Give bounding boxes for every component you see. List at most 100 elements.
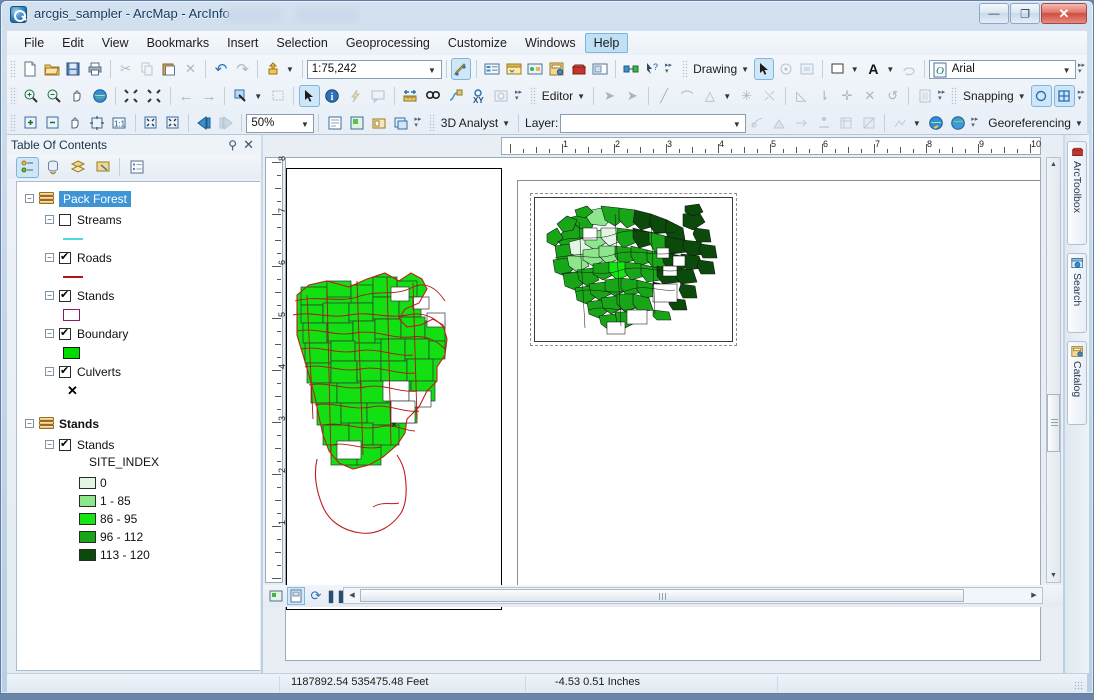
menu-selection[interactable]: Selection bbox=[267, 33, 336, 53]
data-frame-pack-forest[interactable]: − Pack Forest bbox=[17, 188, 260, 209]
view-horizontal-scrollbar[interactable]: ◀ ▶ bbox=[343, 587, 1043, 604]
layer-streams[interactable]: − Streams bbox=[17, 209, 260, 230]
go-to-xy-icon[interactable]: XY bbox=[468, 85, 489, 107]
menu-help[interactable]: Help bbox=[584, 33, 629, 53]
vertical-ruler[interactable]: 12345678 bbox=[265, 156, 287, 583]
resize-grip[interactable] bbox=[1074, 681, 1084, 691]
menu-bookmarks[interactable]: Bookmarks bbox=[138, 33, 219, 53]
scroll-right-icon[interactable]: ▶ bbox=[1027, 589, 1041, 602]
options-icon[interactable] bbox=[125, 157, 148, 178]
snapping-dropdown-icon[interactable]: ▼ bbox=[1018, 92, 1026, 101]
chevron-down-icon[interactable]: ▼ bbox=[1060, 64, 1073, 77]
minimize-button[interactable]: — bbox=[979, 3, 1009, 24]
layer-visibility-checkbox[interactable] bbox=[59, 250, 71, 264]
toolbar-grip[interactable] bbox=[10, 60, 17, 78]
expand-collapse-icon[interactable]: − bbox=[45, 215, 54, 224]
update-georeferencing-icon[interactable] bbox=[926, 112, 946, 134]
analyst3d-toolbar-grip[interactable] bbox=[429, 114, 436, 132]
expand-collapse-icon[interactable]: − bbox=[25, 419, 34, 428]
snapping-toolbar-grip[interactable] bbox=[951, 87, 958, 105]
clear-selection-icon[interactable] bbox=[267, 85, 288, 107]
page-zoom-combo[interactable]: 50% ▼ bbox=[246, 113, 315, 133]
zoom-in-page-icon[interactable] bbox=[20, 112, 40, 134]
flip-icon[interactable] bbox=[948, 112, 968, 134]
edit-annotation-icon[interactable]: ➤ bbox=[622, 85, 643, 107]
layer-roads[interactable]: − Roads bbox=[17, 247, 260, 268]
layer-visibility-checkbox[interactable] bbox=[59, 364, 71, 378]
analyst3d-menu-label[interactable]: 3D Analyst bbox=[439, 116, 500, 130]
expand-collapse-icon[interactable]: − bbox=[45, 329, 54, 338]
layer-stands-pack-forest[interactable]: − Stands bbox=[17, 285, 260, 306]
python-window-icon[interactable] bbox=[504, 58, 524, 80]
snapping-menu-label[interactable]: Snapping bbox=[961, 89, 1016, 103]
scroll-up-icon[interactable]: ▲ bbox=[1047, 158, 1060, 171]
time-slider-icon[interactable] bbox=[491, 85, 512, 107]
pin-icon[interactable]: ⚲ bbox=[228, 138, 237, 152]
menu-file[interactable]: File bbox=[15, 33, 53, 53]
select-features-icon[interactable] bbox=[230, 85, 251, 107]
font-color-icon[interactable]: A bbox=[864, 58, 884, 80]
editor-menu-label[interactable]: Editor bbox=[540, 89, 575, 103]
select-elements-icon[interactable] bbox=[754, 58, 774, 80]
whats-this-icon[interactable]: ? bbox=[643, 58, 663, 80]
fill-color-dropdown-icon[interactable]: ▼ bbox=[851, 65, 859, 74]
table-of-contents-tree[interactable]: − Pack Forest − Streams − ✔ Roads − ✔ St… bbox=[16, 181, 260, 671]
analyst3d-dropdown-icon[interactable]: ▼ bbox=[502, 119, 510, 128]
zoom-in-icon[interactable] bbox=[21, 85, 42, 107]
rotate-edit-icon[interactable]: ✛ bbox=[837, 85, 858, 107]
drawing-lasso-icon[interactable] bbox=[899, 58, 919, 80]
layout-view-icon[interactable] bbox=[287, 587, 305, 605]
expand-collapse-icon[interactable]: − bbox=[45, 367, 54, 376]
view-link-table-icon[interactable] bbox=[836, 112, 856, 134]
full-extent-icon[interactable] bbox=[89, 85, 110, 107]
chevron-down-icon[interactable]: ▼ bbox=[298, 118, 311, 131]
table-of-contents-icon[interactable] bbox=[482, 58, 502, 80]
close-icon[interactable]: ✕ bbox=[243, 137, 254, 153]
editor-toolbar-overflow-button[interactable]: ▸▸ ▾ bbox=[936, 85, 947, 107]
toolbar-grip[interactable] bbox=[10, 114, 17, 132]
add-data-icon[interactable] bbox=[263, 58, 283, 80]
identify-icon[interactable]: i bbox=[322, 85, 343, 107]
menu-geoprocessing[interactable]: Geoprocessing bbox=[337, 33, 439, 53]
analyst3d-layer-combo[interactable]: ▼ bbox=[560, 113, 747, 133]
next-extent-icon[interactable]: → bbox=[199, 85, 220, 107]
chevron-down-icon[interactable]: ▼ bbox=[426, 64, 439, 77]
restore-button[interactable]: ❐ bbox=[1010, 3, 1040, 24]
drawing-menu-label[interactable]: Drawing bbox=[691, 62, 739, 76]
edit-scale-icon[interactable] bbox=[451, 58, 472, 80]
close-button[interactable]: ✕ bbox=[1041, 3, 1087, 24]
data-frame-inset[interactable] bbox=[534, 197, 733, 342]
grid-snapping-icon[interactable] bbox=[1053, 85, 1075, 107]
toggle-draft-mode-icon[interactable] bbox=[324, 112, 344, 134]
toolbar-overflow-button[interactable]: ▸▸ ▾ bbox=[663, 58, 674, 80]
intersection-icon[interactable]: ⤬ bbox=[759, 85, 780, 107]
data-view-icon[interactable] bbox=[267, 587, 285, 605]
undo-icon[interactable]: ↶ bbox=[211, 58, 231, 80]
add-control-points-icon[interactable] bbox=[814, 112, 834, 134]
georeferencing-dropdown-icon[interactable]: ▼ bbox=[1075, 119, 1083, 128]
cut-icon[interactable]: ✂ bbox=[116, 58, 136, 80]
auto-adjust-icon[interactable] bbox=[890, 112, 910, 134]
zoom-out-icon[interactable] bbox=[44, 85, 65, 107]
measure-icon[interactable] bbox=[399, 85, 420, 107]
fixed-zoom-out-icon[interactable] bbox=[144, 85, 165, 107]
fill-color-icon[interactable] bbox=[828, 58, 848, 80]
list-by-drawing-order-icon[interactable] bbox=[16, 156, 39, 178]
georeferencing-toolbar-overflow-button[interactable]: ▸▸ ▾ bbox=[969, 112, 980, 134]
dock-tab-arctoolbox[interactable]: ArcToolbox bbox=[1067, 141, 1087, 245]
expand-collapse-icon[interactable]: − bbox=[45, 440, 54, 449]
point-snapping-icon[interactable] bbox=[1030, 85, 1052, 107]
model-builder-icon[interactable] bbox=[525, 58, 545, 80]
redo-icon[interactable]: ↷ bbox=[233, 58, 253, 80]
menu-customize[interactable]: Customize bbox=[439, 33, 516, 53]
pan-icon[interactable] bbox=[66, 85, 87, 107]
scroll-down-icon[interactable]: ▼ bbox=[1047, 569, 1060, 582]
delete-icon[interactable]: ✕ bbox=[181, 58, 201, 80]
layer-boundary[interactable]: − Boundary bbox=[17, 323, 260, 344]
menu-view[interactable]: View bbox=[93, 33, 138, 53]
editor-toolbar-grip[interactable] bbox=[530, 87, 537, 105]
drawing-dropdown-icon[interactable]: ▼ bbox=[741, 65, 749, 74]
save-icon[interactable] bbox=[64, 58, 84, 80]
zoom-out-page-icon[interactable] bbox=[43, 112, 63, 134]
data-driven-pages-icon[interactable] bbox=[391, 112, 411, 134]
